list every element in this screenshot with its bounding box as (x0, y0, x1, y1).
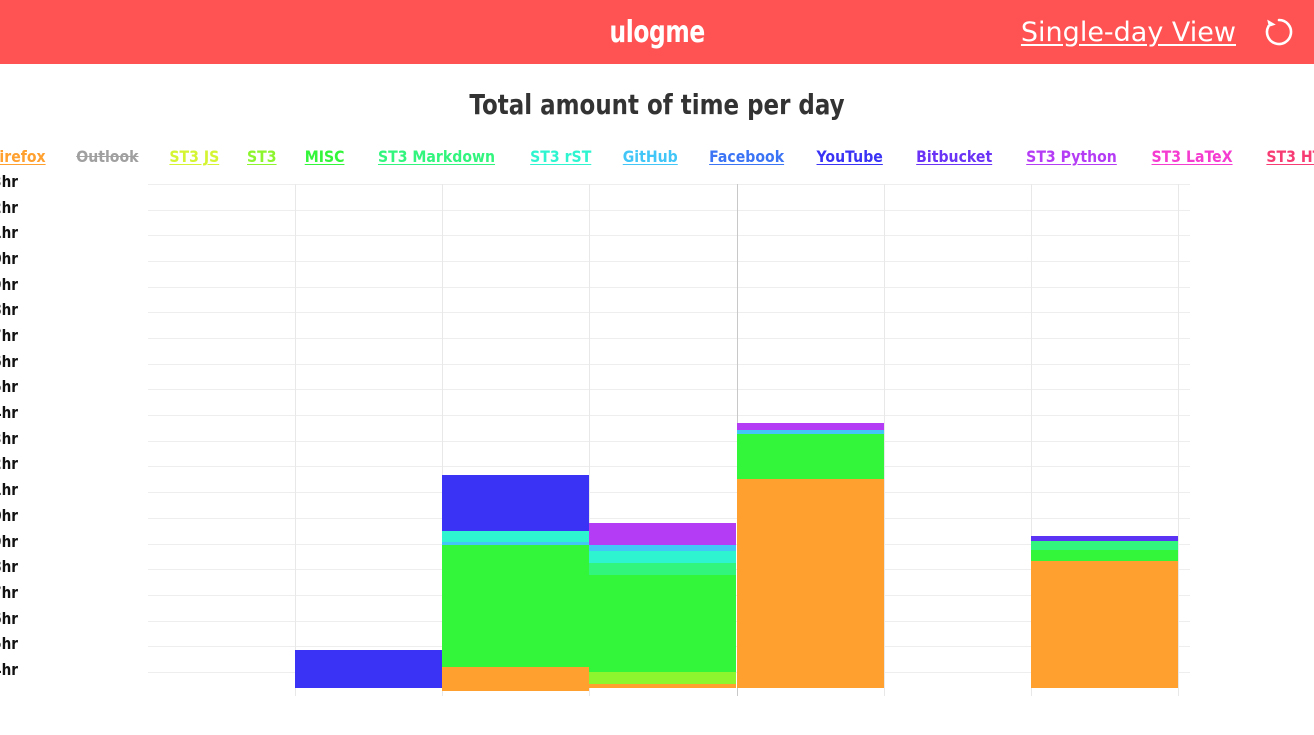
gridline-horizontal (148, 235, 1190, 236)
plot-canvas: 23hr 22hr 21hr 20hr 19hr 18hr 17hr 16hr 15hr 14hr… (0, 172, 1190, 696)
y-axis-tick-label: 10hr (0, 506, 18, 525)
gridline-horizontal (148, 312, 1190, 313)
page-title: Total amount of time per day (469, 88, 845, 121)
gridline-horizontal (148, 338, 1190, 339)
y-axis-tick-label: 22hr (0, 198, 18, 217)
bar-segment-firefox[interactable] (737, 479, 884, 688)
y-axis-tick-label: 13hr (0, 429, 18, 448)
gridline-horizontal (148, 466, 1190, 467)
y-axis-tick-label: 11hr (0, 480, 18, 499)
gridline-horizontal (148, 184, 1190, 185)
chart-area: 23hr 22hr 21hr 20hr 19hr 18hr 17hr 16hr 15hr 14hr… (0, 172, 1314, 696)
y-axis-tick-label: 18hr (0, 300, 18, 319)
bar-segment-firefox[interactable] (589, 684, 736, 688)
bar-segment-misc[interactable] (1031, 550, 1178, 561)
legend-item-youtube[interactable]: YouTube (817, 147, 883, 166)
gridline-horizontal (148, 210, 1190, 211)
y-axis-tick-label: 23hr (0, 172, 18, 191)
legend-item-st3[interactable]: ST3 (247, 147, 277, 166)
legend-item-github[interactable]: GitHub (622, 147, 677, 166)
y-axis-tick-label: 4hr (0, 660, 18, 679)
y-axis-tick-label: 12hr (0, 454, 18, 473)
y-axis-tick-label: 15hr (0, 377, 18, 396)
bar-segment-st3-markdown[interactable] (589, 563, 736, 575)
header-actions: Single-day View (1021, 0, 1296, 64)
gridline-horizontal (148, 261, 1190, 262)
bar-segment-st3-python[interactable] (589, 523, 736, 545)
legend-item-firefox[interactable]: Firefox (0, 147, 45, 166)
gridline-vertical (1178, 184, 1179, 696)
app-header: ulogme Single-day View (0, 0, 1314, 64)
bar-segment-st3-python[interactable] (737, 423, 884, 430)
bar-segment-st3-js[interactable] (589, 672, 736, 684)
bar-segment-misc[interactable] (442, 545, 589, 667)
gridline-horizontal (148, 492, 1190, 493)
gridline-vertical (884, 184, 885, 696)
bar-segment-st3-rst[interactable] (442, 531, 589, 542)
y-axis-tick-label: 9hr (0, 532, 18, 551)
bar-segment-youtube[interactable] (295, 650, 442, 688)
legend-item-st3-html[interactable]: ST3 HTML (1267, 147, 1314, 166)
legend-item-bitbucket[interactable]: Bitbucket (916, 147, 992, 166)
bar-column[interactable] (1031, 536, 1178, 688)
y-axis-tick-label: 5hr (0, 634, 18, 653)
bar-column[interactable] (589, 523, 736, 688)
gridline-horizontal (148, 441, 1190, 442)
bar-segment-firefox[interactable] (442, 667, 589, 691)
legend-item-st3-markdown[interactable]: ST3 Markdown (378, 147, 495, 166)
gridline-horizontal (148, 389, 1190, 390)
y-axis-tick-label: 8hr (0, 557, 18, 576)
legend-item-st3-rst[interactable]: ST3 rST (530, 147, 591, 166)
app-title: ulogme (609, 14, 705, 50)
gridline-horizontal (148, 287, 1190, 288)
y-axis-tick-label: 6hr (0, 609, 18, 628)
y-axis-tick-label: 20hr (0, 249, 18, 268)
y-axis-tick-label: 19hr (0, 275, 18, 294)
bar-segment-st3-rst[interactable] (589, 551, 736, 563)
bar-segment-misc[interactable] (589, 575, 736, 672)
refresh-icon[interactable] (1262, 15, 1296, 49)
gridline-vertical (295, 184, 296, 696)
gridline-horizontal (148, 364, 1190, 365)
y-axis-tick-label: 16hr (0, 352, 18, 371)
legend-item-facebook[interactable]: Facebook (709, 147, 784, 166)
y-axis-tick-label: 14hr (0, 403, 18, 422)
bar-segment-youtube[interactable] (442, 475, 589, 531)
legend-item-st3-latex[interactable]: ST3 LaTeX (1152, 147, 1233, 166)
legend: TerminalFirefoxOutlookST3 JSST3MISCST3 M… (0, 147, 1314, 166)
y-axis-tick-label: 21hr (0, 223, 18, 242)
y-axis-tick-label: 7hr (0, 583, 18, 602)
bar-column[interactable] (737, 423, 884, 688)
gridline-horizontal (148, 415, 1190, 416)
gridline-horizontal (148, 518, 1190, 519)
y-axis-tick-label: 17hr (0, 326, 18, 345)
legend-item-outlook[interactable]: Outlook (76, 147, 138, 166)
bar-column[interactable] (295, 650, 442, 688)
bar-segment-misc[interactable] (737, 434, 884, 479)
single-day-view-link[interactable]: Single-day View (1021, 17, 1236, 48)
bar-column[interactable] (442, 475, 589, 691)
legend-item-st3-python[interactable]: ST3 Python (1026, 147, 1117, 166)
legend-item-st3-js[interactable]: ST3 JS (169, 147, 219, 166)
bar-segment-st3-markdown[interactable] (1031, 541, 1178, 550)
bar-segment-firefox[interactable] (1031, 561, 1178, 688)
legend-item-misc[interactable]: MISC (305, 147, 345, 166)
